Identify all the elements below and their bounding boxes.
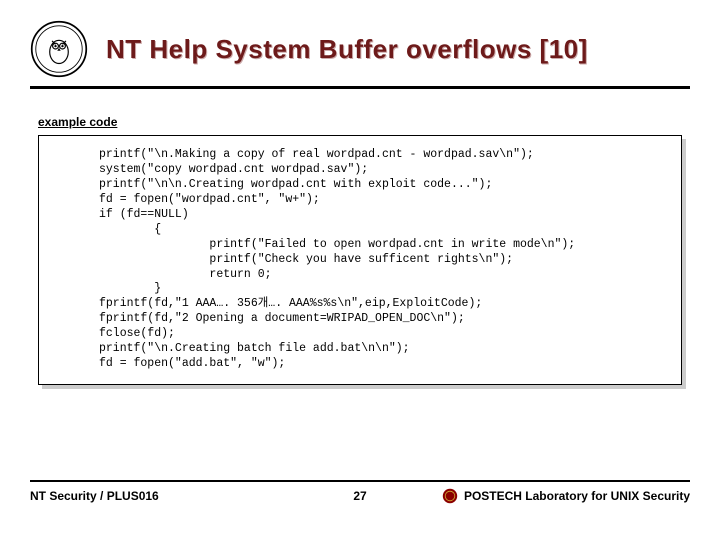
footer-left: NT Security / PLUS016 [30,489,330,503]
owl-seal-logo [30,20,88,78]
slide-header: NT Help System Buffer overflows [10] [30,20,690,89]
footer-page-number: 27 [330,489,390,503]
code-box: printf("\n.Making a copy of real wordpad… [38,135,682,385]
code-content: printf("\n.Making a copy of real wordpad… [99,148,669,372]
footer-seal-icon [442,488,458,504]
slide: NT Help System Buffer overflows [10] exa… [0,0,720,540]
section-label: example code [38,115,690,129]
slide-title: NT Help System Buffer overflows [10] [106,34,588,65]
footer-right-text: POSTECH Laboratory for UNIX Security [464,489,690,503]
footer-right: POSTECH Laboratory for UNIX Security [390,488,690,504]
slide-footer: NT Security / PLUS016 27 POSTECH Laborat… [30,480,690,504]
